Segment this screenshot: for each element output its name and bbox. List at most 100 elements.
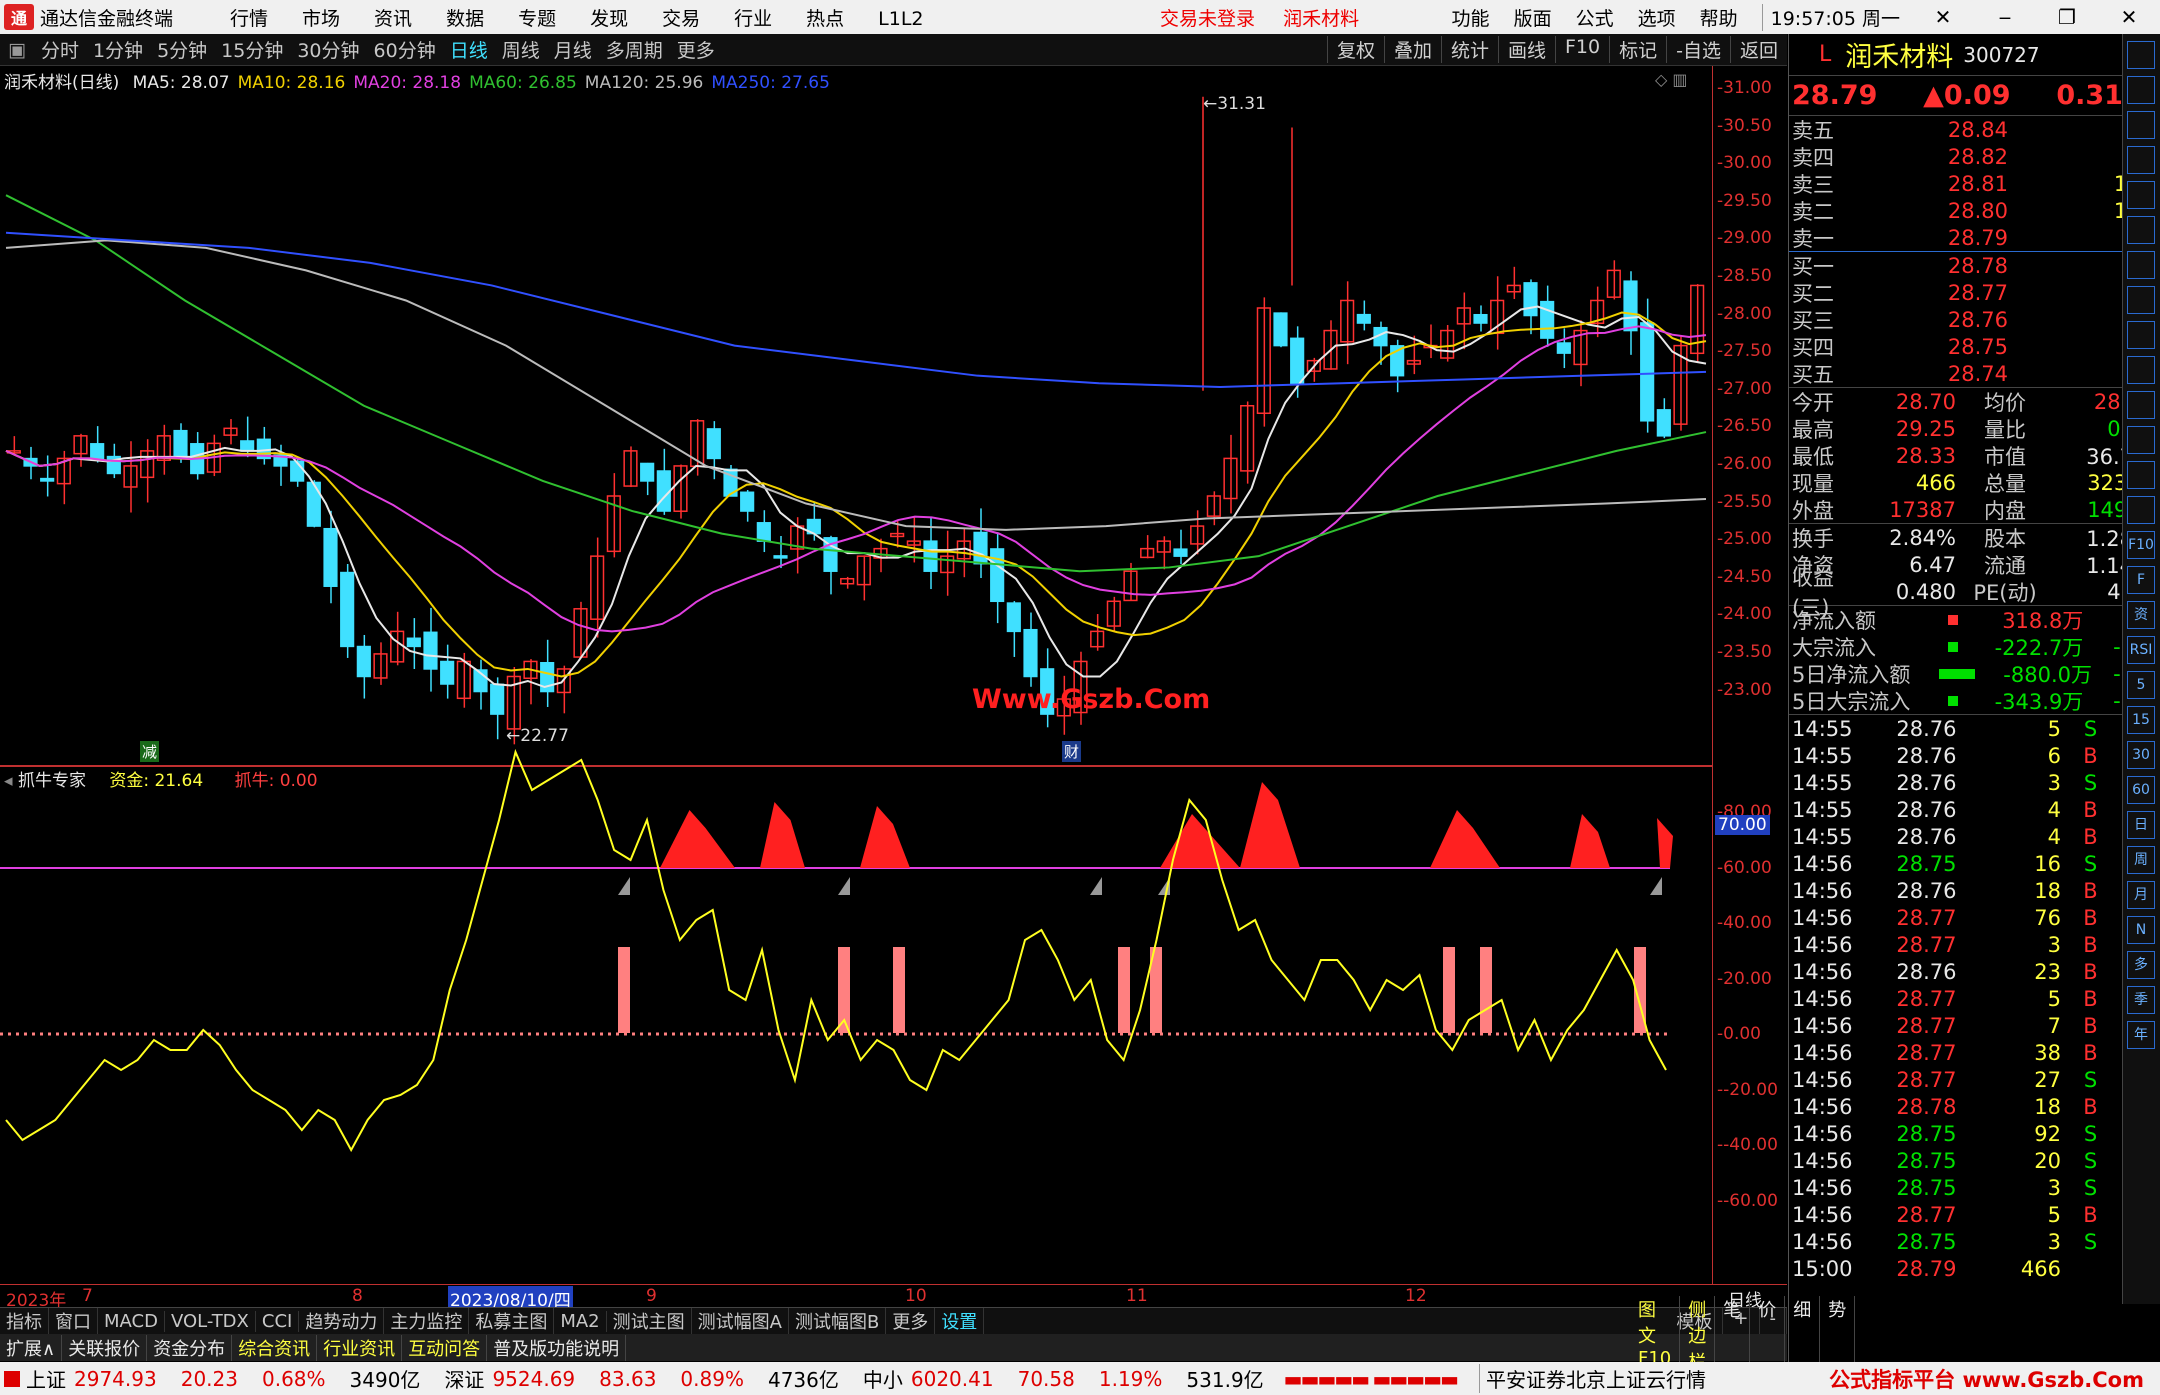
period-tab-0[interactable]: 分时 <box>41 36 79 63</box>
period-tab-6[interactable]: 日线 <box>450 36 488 63</box>
login-notice[interactable]: 交易未登录 <box>1160 8 1255 30</box>
side-period-icon-4[interactable]: 5 <box>2127 671 2155 699</box>
period-tab-10[interactable]: 更多 <box>677 36 715 63</box>
period-tab-2[interactable]: 5分钟 <box>157 36 207 63</box>
side-period-icon-6[interactable]: 30 <box>2127 741 2155 769</box>
period-tab-1[interactable]: 1分钟 <box>93 36 143 63</box>
menu-item-7[interactable]: 行业 <box>734 8 772 30</box>
indicator-tab-3[interactable]: VOL-TDX <box>165 1310 256 1332</box>
right-menu-item-0[interactable]: 功能 <box>1452 4 1490 31</box>
indicator-tab-2[interactable]: MACD <box>98 1310 165 1332</box>
tick-row-5[interactable]: 14:5628.7516S5 <box>1789 850 2160 877</box>
side-period-icon-2[interactable]: 资 <box>2127 601 2155 629</box>
side-tool-icon-3[interactable] <box>2127 146 2155 174</box>
right-menu-item-2[interactable]: 公式 <box>1576 4 1614 31</box>
menu-item-4[interactable]: 专题 <box>518 8 556 30</box>
tick-row-16[interactable]: 14:5628.7520S1 <box>1789 1147 2160 1174</box>
tick-row-0[interactable]: 14:5528.765S3 <box>1789 715 2160 742</box>
period-tab-3[interactable]: 15分钟 <box>221 36 283 63</box>
menu-item-0[interactable]: 行情 <box>230 8 268 30</box>
indicator-tab-10[interactable]: 测试幅图A <box>692 1308 789 1334</box>
side-period-icon-7[interactable]: 60 <box>2127 776 2155 804</box>
tick-row-15[interactable]: 14:5628.7592S2 <box>1789 1120 2160 1147</box>
side-period-icon-11[interactable]: N <box>2127 916 2155 944</box>
chart-tool-7[interactable]: 返回 <box>1729 36 1787 63</box>
period-tab-9[interactable]: 多周期 <box>606 36 663 63</box>
side-tool-icon-11[interactable] <box>2127 426 2155 454</box>
indicator-tab-5[interactable]: 趋势动力 <box>299 1308 385 1334</box>
tick-row-10[interactable]: 14:5628.775B3 <box>1789 985 2160 1012</box>
ext-tab-2[interactable]: 资金分布 <box>147 1334 233 1361</box>
period-tab-7[interactable]: 周线 <box>502 36 540 63</box>
indicator-tab-1[interactable]: 窗口 <box>49 1308 98 1334</box>
menu-item-3[interactable]: 数据 <box>446 8 484 30</box>
ext-tab-1[interactable]: 关联报价 <box>62 1334 148 1361</box>
side-tool-icon-4[interactable] <box>2127 181 2155 209</box>
side-tool-icon-13[interactable] <box>2127 496 2155 524</box>
chart-tool-2[interactable]: 统计 <box>1440 36 1498 63</box>
minimize-icon[interactable]: ‒ <box>1986 5 2024 29</box>
ext-tab-3[interactable]: 综合资讯 <box>232 1334 318 1361</box>
side-period-icon-14[interactable]: 年 <box>2127 1021 2155 1049</box>
side-tool-icon-12[interactable] <box>2127 461 2155 489</box>
side-tool-icon-10[interactable] <box>2127 391 2155 419</box>
side-period-icon-1[interactable]: F <box>2127 566 2155 594</box>
chart-tool-3[interactable]: 画线 <box>1497 36 1555 63</box>
tick-row-7[interactable]: 14:5628.7776B31 <box>1789 904 2160 931</box>
menu-item-9[interactable]: L1L2 <box>878 8 923 30</box>
tick-row-14[interactable]: 14:5628.7818B2 <box>1789 1093 2160 1120</box>
ext-tab-0[interactable]: 扩展∧ <box>0 1334 63 1361</box>
indicator-tab-0[interactable]: 指标 <box>0 1308 49 1334</box>
indicator-tab-13[interactable]: 设置 <box>935 1308 985 1334</box>
toggle-panel-icon[interactable]: ▣ <box>8 39 26 61</box>
tick-row-20[interactable]: 15:0028.7946680 <box>1789 1255 2160 1282</box>
chart-tool-6[interactable]: -自选 <box>1666 36 1730 63</box>
chart-tool-1[interactable]: 叠加 <box>1383 36 1441 63</box>
indicator-tab-6[interactable]: 主力监控 <box>384 1308 470 1334</box>
period-tab-4[interactable]: 30分钟 <box>297 36 359 63</box>
indicator-tab-9[interactable]: 测试主图 <box>607 1308 692 1334</box>
event-mark-jian[interactable]: 减 <box>140 741 160 762</box>
side-tool-icon-1[interactable] <box>2127 76 2155 104</box>
tick-row-18[interactable]: 14:5628.775B1 <box>1789 1201 2160 1228</box>
side-tool-icon-9[interactable] <box>2127 356 2155 384</box>
right-menu-item-1[interactable]: 版面 <box>1514 4 1552 31</box>
ext-tab-6[interactable]: 普及版功能说明 <box>487 1334 627 1361</box>
sz-label[interactable]: 深证 <box>444 1364 484 1393</box>
period-tab-5[interactable]: 60分钟 <box>374 36 436 63</box>
tick-row-8[interactable]: 14:5628.773B3 <box>1789 931 2160 958</box>
chart-tool-0[interactable]: 复权 <box>1326 36 1384 63</box>
side-tool-icon-7[interactable] <box>2127 286 2155 314</box>
kline-chart[interactable] <box>0 90 1712 1285</box>
side-period-icon-10[interactable]: 月 <box>2127 881 2155 909</box>
tick-row-13[interactable]: 14:5628.7727S7 <box>1789 1066 2160 1093</box>
tick-row-19[interactable]: 14:5628.753S1 <box>1789 1228 2160 1255</box>
side-tool-icon-5[interactable] <box>2127 216 2155 244</box>
indicator-tab-4[interactable]: CCI <box>256 1310 300 1332</box>
indicator-tab-12[interactable]: 更多 <box>886 1308 936 1334</box>
side-tool-icon-8[interactable] <box>2127 321 2155 349</box>
chart-tool-5[interactable]: 标记 <box>1609 36 1666 63</box>
side-period-icon-5[interactable]: 15 <box>2127 706 2155 734</box>
menu-item-2[interactable]: 资讯 <box>374 8 412 30</box>
right-menu-item-4[interactable]: 帮助 <box>1700 4 1738 31</box>
right-menu-item-3[interactable]: 选项 <box>1638 4 1676 31</box>
menu-item-5[interactable]: 发现 <box>590 8 628 30</box>
side-period-icon-12[interactable]: 多 <box>2127 951 2155 979</box>
restore-icon[interactable]: ❐ <box>2048 5 2086 29</box>
side-tool-icon-6[interactable] <box>2127 251 2155 279</box>
ext-tab-4[interactable]: 行业资讯 <box>317 1334 403 1361</box>
event-mark-cai[interactable]: 财 <box>1062 741 1082 762</box>
side-tool-icon-2[interactable] <box>2127 111 2155 139</box>
side-period-icon-9[interactable]: 周 <box>2127 846 2155 874</box>
side-period-icon-13[interactable]: 季 <box>2127 986 2155 1014</box>
sh-label[interactable]: 上证 <box>26 1364 66 1393</box>
tick-row-2[interactable]: 14:5528.763S2 <box>1789 769 2160 796</box>
indicator-tab-11[interactable]: 测试幅图B <box>789 1308 887 1334</box>
side-period-icon-0[interactable]: F10 <box>2127 531 2155 559</box>
menu-item-6[interactable]: 交易 <box>662 8 700 30</box>
tick-row-6[interactable]: 14:5628.7618B2 <box>1789 877 2160 904</box>
chart-tool-4[interactable]: F10 <box>1555 36 1609 63</box>
chart-controls-icon[interactable]: ◇ ▥ <box>1655 70 1688 89</box>
zx-label[interactable]: 中小 <box>863 1364 903 1393</box>
